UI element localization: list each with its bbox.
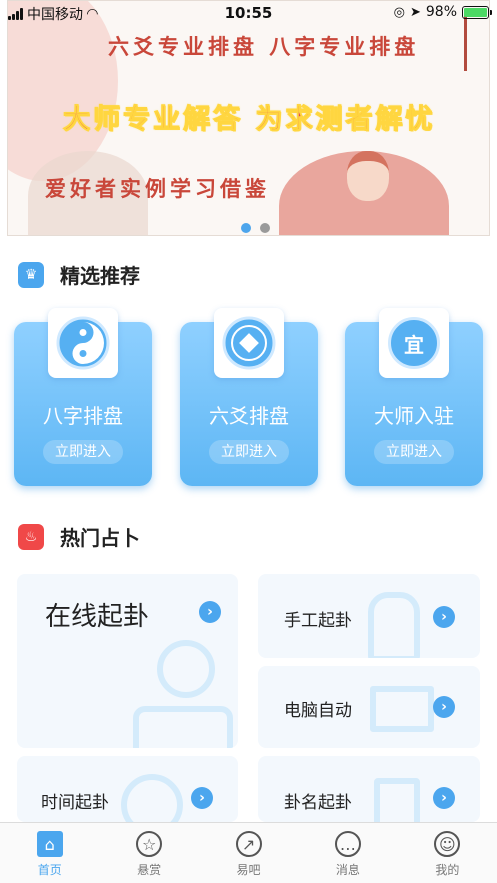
- tab-profile[interactable]: ☺ 我的: [398, 823, 497, 883]
- tile-label: 电脑自动: [284, 701, 352, 721]
- user-icon: ☺: [434, 831, 461, 857]
- chevron-right-icon[interactable]: ›: [199, 601, 221, 623]
- tile-time-divination[interactable]: 时间起卦 ›: [17, 756, 238, 822]
- yi-seal-text: 宜: [388, 317, 440, 369]
- chevron-right-icon[interactable]: ›: [433, 696, 455, 718]
- status-right: ◎ ➤ 98%: [393, 4, 492, 20]
- star-badge-icon: ☆: [136, 831, 163, 857]
- yi-seal-icon: 宜: [379, 308, 449, 378]
- featured-header: ♛ 精选推荐: [18, 260, 140, 289]
- banner-pagination[interactable]: [241, 223, 270, 233]
- tab-label: 首页: [37, 863, 62, 877]
- tab-home[interactable]: ⌂ 首页: [0, 823, 99, 883]
- chat-icon: …: [334, 831, 361, 857]
- battery-percent: 98%: [425, 4, 457, 20]
- card-title: 六爻排盘: [209, 404, 289, 428]
- tab-label: 易吧: [236, 863, 261, 877]
- tile-online-divination[interactable]: 在线起卦 ›: [17, 574, 238, 748]
- banner-line-2: 大师专业解答 为求测者解忧: [62, 104, 436, 136]
- chevron-right-icon[interactable]: ›: [433, 606, 455, 628]
- chevron-right-icon[interactable]: ›: [191, 787, 213, 809]
- tab-messages[interactable]: … 消息: [298, 823, 397, 883]
- clock-icon: [121, 774, 183, 822]
- flame-icon: ♨: [18, 523, 44, 550]
- enter-button[interactable]: 立即进入: [374, 440, 454, 464]
- tab-label: 我的: [435, 863, 460, 877]
- hand-pointer-icon: [368, 592, 420, 658]
- tab-reward[interactable]: ☆ 悬赏: [99, 823, 198, 883]
- enter-button[interactable]: 立即进入: [209, 440, 289, 464]
- promo-banner[interactable]: 六爻专业排盘 八字专业排盘 大师专业解答 为求测者解忧 爱好者实例学习借鉴: [7, 0, 490, 236]
- banner-dot-1[interactable]: [241, 223, 251, 233]
- home-icon: ⌂: [36, 831, 63, 857]
- featured-title: 精选推荐: [60, 264, 140, 288]
- banner-figure-head: [347, 151, 389, 201]
- tab-forum[interactable]: ↗ 易吧: [199, 823, 298, 883]
- tile-label: 手工起卦: [284, 611, 352, 631]
- tab-label: 消息: [335, 863, 360, 877]
- coin-icon: [214, 308, 284, 378]
- tab-label: 悬赏: [137, 863, 162, 877]
- crown-icon: ♛: [18, 261, 44, 288]
- location-icon: ➤: [409, 4, 421, 20]
- enter-button[interactable]: 立即进入: [43, 440, 123, 464]
- card-title: 八字排盘: [43, 404, 123, 428]
- person-body: [133, 706, 233, 748]
- battery-icon: [462, 5, 492, 19]
- tile-manual-divination[interactable]: 手工起卦 ›: [258, 574, 480, 658]
- hot-title: 热门占卜: [60, 526, 140, 550]
- yin-yang-icon: [48, 308, 118, 378]
- compass-icon: ↗: [235, 831, 262, 857]
- banner-dot-2[interactable]: [260, 223, 270, 233]
- tile-label: 在线起卦: [45, 602, 150, 632]
- home-screen: 六爻专业排盘 八字专业排盘 大师专业解答 为求测者解忧 爱好者实例学习借鉴 中国…: [0, 0, 497, 883]
- card-title: 大师入驻: [374, 404, 454, 428]
- card-liuyao[interactable]: 六爻排盘 立即进入: [180, 308, 318, 486]
- lock-rotation-icon: ◎: [393, 4, 405, 20]
- tile-computer-auto[interactable]: 电脑自动 ›: [258, 666, 480, 748]
- hot-header: ♨ 热门占卜: [18, 522, 140, 551]
- computer-icon: [370, 686, 434, 732]
- chevron-right-icon[interactable]: ›: [433, 787, 455, 809]
- status-bar: 中国移动 ◠ 10:55 ◎ ➤ 98%: [0, 0, 497, 26]
- tab-bar: ⌂ 首页 ☆ 悬赏 ↗ 易吧 … 消息 ☺ 我的: [0, 822, 497, 883]
- banner-line-1: 六爻专业排盘 八字专业排盘: [108, 34, 420, 59]
- tile-name-divination[interactable]: 卦名起卦 ›: [258, 756, 480, 822]
- tile-label: 卦名起卦: [284, 793, 352, 813]
- banner-line-3: 爱好者实例学习借鉴: [45, 176, 270, 201]
- clipboard-icon: [374, 778, 420, 822]
- tile-label: 时间起卦: [41, 793, 109, 813]
- card-master[interactable]: 宜 大师入驻 立即进入: [345, 308, 483, 486]
- card-bazi[interactable]: 八字排盘 立即进入: [14, 308, 152, 486]
- person-icon: [157, 640, 215, 698]
